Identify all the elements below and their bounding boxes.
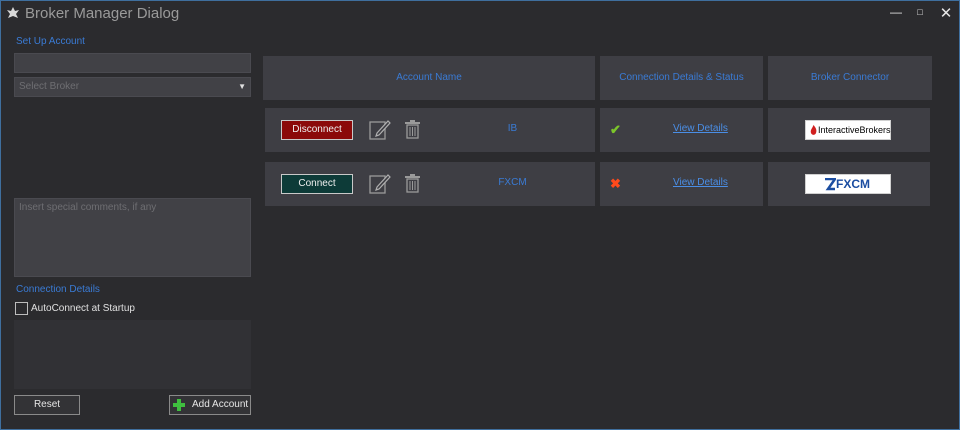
disconnect-button[interactable]: Disconnect bbox=[281, 120, 353, 140]
plus-icon bbox=[173, 399, 185, 411]
broker-select-placeholder: Select Broker bbox=[19, 81, 80, 92]
autoconnect-checkbox[interactable] bbox=[15, 302, 28, 315]
check-icon: ✔ bbox=[610, 122, 621, 137]
fxcm-logo-text: FXCM bbox=[836, 177, 870, 191]
app-logo-icon bbox=[7, 7, 19, 18]
connection-details-label: Connection Details bbox=[16, 284, 100, 295]
edit-icon[interactable] bbox=[369, 118, 391, 140]
view-details-link[interactable]: View Details bbox=[673, 177, 728, 188]
add-account-button[interactable]: Add Account bbox=[169, 395, 251, 415]
broker-select[interactable]: Select Broker ▼ bbox=[14, 77, 251, 97]
trash-icon[interactable] bbox=[404, 120, 421, 139]
ib-flame-icon bbox=[810, 125, 817, 135]
trash-icon[interactable] bbox=[404, 174, 421, 193]
setup-account-label: Set Up Account bbox=[16, 36, 85, 47]
view-details-link[interactable]: View Details bbox=[673, 123, 728, 134]
minimize-button[interactable]: — bbox=[885, 5, 907, 23]
maximize-button[interactable]: □ bbox=[909, 7, 931, 25]
ib-logo-text: InteractiveBrokers bbox=[818, 125, 891, 135]
header-broker-connector: Broker Connector bbox=[768, 56, 932, 100]
status-cell: ✔ View Details bbox=[600, 108, 763, 152]
broker-cell: InteractiveBrokers bbox=[768, 108, 930, 152]
chevron-down-icon: ▼ bbox=[238, 82, 246, 91]
fxcm-z-icon bbox=[825, 178, 836, 191]
cross-icon: ✖ bbox=[610, 176, 621, 191]
comments-textarea[interactable]: Insert special comments, if any bbox=[14, 198, 251, 277]
account-name: IB bbox=[507, 123, 518, 134]
title-bar[interactable]: Broker Manager Dialog — □ ✕ bbox=[1, 1, 959, 27]
connect-button[interactable]: Connect bbox=[281, 174, 353, 194]
account-name-input[interactable] bbox=[14, 53, 251, 73]
add-account-label: Add Account bbox=[192, 399, 249, 410]
autoconnect-label: AutoConnect at Startup bbox=[31, 303, 135, 314]
interactive-brokers-logo: InteractiveBrokers bbox=[805, 120, 891, 140]
status-cell: ✖ View Details bbox=[600, 162, 763, 206]
fxcm-logo: FXCM bbox=[805, 174, 891, 194]
close-button[interactable]: ✕ bbox=[935, 4, 957, 22]
header-account-name: Account Name bbox=[263, 56, 595, 100]
account-name: FXCM bbox=[498, 177, 527, 188]
window-title: Broker Manager Dialog bbox=[25, 5, 180, 22]
table-row: Disconnect IB bbox=[265, 108, 595, 152]
reset-button[interactable]: Reset bbox=[14, 395, 80, 415]
table-row: Connect FXCM bbox=[265, 162, 595, 206]
broker-cell: FXCM bbox=[768, 162, 930, 206]
edit-icon[interactable] bbox=[369, 172, 391, 194]
broker-manager-window: Broker Manager Dialog — □ ✕ Set Up Accou… bbox=[0, 0, 960, 430]
header-connection-status: Connection Details & Status bbox=[600, 56, 763, 100]
connection-details-panel bbox=[14, 320, 251, 389]
